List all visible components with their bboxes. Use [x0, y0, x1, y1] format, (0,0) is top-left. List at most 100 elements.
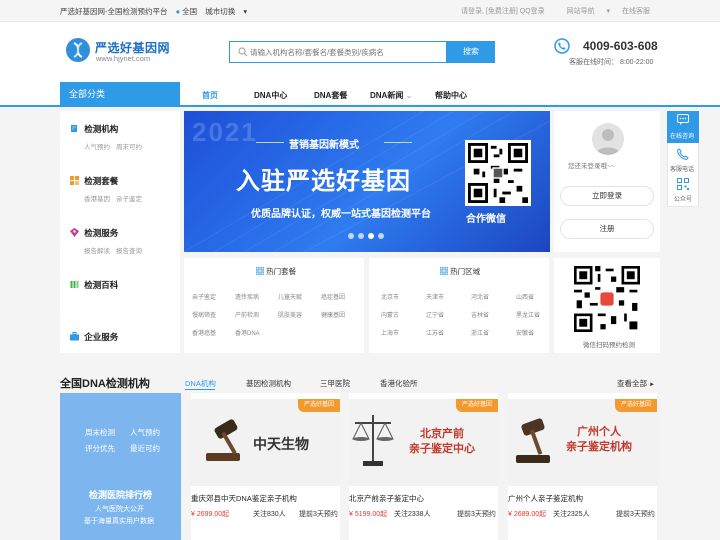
category-item-institutions[interactable]: 检测机构 — [70, 123, 118, 135]
hot-link[interactable]: 江苏省 — [426, 328, 444, 337]
online-service-link[interactable]: 在线客服 — [622, 8, 650, 15]
category-sub-link[interactable]: 报告查询 — [116, 248, 142, 255]
online-consult-button[interactable]: 在线咨询 — [667, 111, 699, 143]
nav-item-dna-center[interactable]: DNA中心 — [254, 90, 287, 101]
banner-qr-code — [465, 140, 531, 206]
hot-link[interactable]: 亲子鉴定 — [192, 292, 216, 301]
hot-link[interactable]: 肌肤美容 — [278, 310, 302, 319]
hot-link[interactable]: 北京市 — [381, 292, 399, 301]
nav-item-home[interactable]: 首页 — [202, 90, 218, 101]
tab-hk-labs[interactable]: 香港化验所 — [380, 378, 418, 389]
search-input[interactable] — [250, 45, 440, 59]
search-icon — [238, 47, 248, 57]
rank-filter-rating[interactable]: 评分优先 — [85, 443, 115, 454]
hot-link[interactable]: 浙江省 — [471, 328, 489, 337]
login-button[interactable]: 立即登录 — [560, 186, 654, 206]
all-categories-button[interactable]: 全部分类 — [60, 82, 180, 107]
location-label[interactable]: 全国 — [182, 7, 197, 16]
float-wechat-button[interactable]: 公众号 — [667, 176, 699, 206]
card-image: 中天生物 严选好基因 — [191, 399, 340, 486]
float-wechat-label: 公众号 — [674, 197, 693, 203]
search-button[interactable]: 搜索 — [447, 41, 495, 63]
building-icon — [71, 125, 77, 132]
tab-dna-institutions[interactable]: DNA机构 — [185, 378, 216, 389]
banner-tag: 营销基因新模式 — [289, 140, 359, 151]
hot-link[interactable]: 上海市 — [381, 328, 399, 337]
institution-card[interactable]: 中天生物 严选好基因 重庆郊县中天DNA鉴定亲子机构 ¥ 2699.00起 关注… — [191, 393, 340, 540]
carousel-dot[interactable] — [368, 233, 374, 239]
phone-icon — [554, 38, 570, 54]
tab-gene-institutions[interactable]: 基因检测机构 — [246, 378, 291, 389]
city-switch-link[interactable]: 城市切换 ▾ — [205, 7, 253, 16]
card-name[interactable]: 广州个人亲子鉴定机构 — [508, 493, 583, 504]
category-item-wiki[interactable]: 检测百科 — [70, 279, 118, 291]
hot-link[interactable]: 癌症基因 — [321, 292, 345, 301]
hot-link[interactable]: 慢病筛查 — [192, 310, 216, 319]
hot-link[interactable]: 内蒙古 — [381, 310, 399, 319]
category-sub-link[interactable]: 报告解读 — [84, 248, 110, 255]
hero-banner[interactable]: 2021 营销基因新模式 入驻严选好基因 优质品牌认证，权威一站式基因检测平台 … — [184, 111, 550, 252]
hot-link[interactable]: 安徽省 — [516, 328, 534, 337]
chat-icon — [677, 114, 689, 125]
top-bar-left: 严选好基因网-全国检测预约平台 ● 全国 城市切换 ▾ — [60, 6, 259, 17]
top-bar: 严选好基因网-全国检测预约平台 ● 全国 城市切换 ▾ 请登录, [免费注册] Q… — [0, 0, 720, 22]
qr-code-icon — [574, 266, 640, 332]
nav-item-help[interactable]: 帮助中心 — [435, 90, 467, 101]
hot-link[interactable]: 香港DNA — [235, 328, 260, 337]
category-sub-link[interactable]: 香港基因 — [84, 196, 110, 203]
category-sub-link[interactable]: 人气预约 — [84, 144, 110, 151]
hot-link[interactable]: 产前检测 — [235, 310, 259, 319]
active-tab-underline — [185, 389, 215, 390]
category-item-services[interactable]: 检测服务 — [70, 227, 118, 239]
carousel-dot[interactable] — [348, 233, 354, 239]
login-register-link[interactable]: 请登录, [免费注册] QQ登录 — [461, 8, 545, 15]
banner-subline: 优质品牌认证，权威一站式基因检测平台 — [251, 209, 431, 220]
site-nav-link[interactable]: 网站导航 ▾ — [557, 8, 610, 15]
qr-code-icon — [677, 178, 689, 190]
register-button[interactable]: 注册 — [560, 219, 654, 239]
card-name[interactable]: 北京产前亲子鉴定中心 — [349, 493, 424, 504]
hot-link[interactable]: 香港癌基 — [192, 328, 216, 337]
hot-link[interactable]: 健康基因 — [321, 310, 345, 319]
grid-icon — [70, 176, 79, 185]
hot-link[interactable]: 儿童天赋 — [278, 292, 302, 301]
carousel-dot[interactable] — [378, 233, 384, 239]
view-all-link[interactable]: 查看全部 ► — [617, 378, 655, 389]
category-item-enterprise[interactable]: 企业服务 — [70, 331, 118, 343]
tab-top-hospitals[interactable]: 三甲医院 — [320, 378, 350, 389]
category-item-packages[interactable]: 检测套餐 — [70, 175, 118, 187]
book-icon — [70, 281, 79, 288]
hot-link[interactable]: 天津市 — [426, 292, 444, 301]
ranking-title[interactable]: 检测医院排行榜 — [89, 488, 152, 501]
institution-card[interactable]: 广州个人 亲子鉴定机构 严选好基因 广州个人亲子鉴定机构 ¥ 2689.00起 … — [508, 393, 657, 540]
hot-link[interactable]: 遗传疾病 — [235, 292, 259, 301]
float-consult-label: 在线咨询 — [670, 134, 695, 140]
hot-link[interactable]: 山西省 — [516, 292, 534, 301]
rank-filter-soonest[interactable]: 最近可约 — [130, 443, 160, 454]
nav-item-dna-news[interactable]: DNA新闻 ⌄ — [370, 90, 412, 101]
category-subs: 香港基因 亲子鉴定 — [84, 193, 148, 203]
grid-icon — [255, 266, 265, 276]
hot-link[interactable]: 黑龙江省 — [516, 310, 540, 319]
institution-card[interactable]: 北京产前 亲子鉴定中心 严选好基因 北京产前亲子鉴定中心 ¥ 5199.00起 … — [349, 393, 498, 540]
hot-link[interactable]: 吉林省 — [471, 310, 489, 319]
carousel-dot[interactable] — [358, 233, 364, 239]
section-title: 全国DNA检测机构 — [60, 378, 150, 390]
nav-item-dna-packages[interactable]: DNA套餐 — [314, 90, 347, 101]
card-badge: 严选好基因 — [455, 399, 498, 412]
category-title: 检测套餐 — [84, 176, 119, 186]
logo-dna-icon[interactable] — [66, 38, 90, 62]
hot-packages-title: 热门套餐 — [266, 267, 297, 276]
rank-filter-popular[interactable]: 人气预约 — [130, 427, 160, 438]
site-name: 严选好基因网-全国检测预约平台 — [60, 7, 168, 16]
wechat-qr-panel: 微信扫码预约检测 — [554, 258, 660, 353]
category-sub-link[interactable]: 周末可约 — [116, 144, 142, 151]
rank-filter-weekend[interactable]: 周末检测 — [85, 427, 115, 438]
category-title: 企业服务 — [84, 332, 119, 342]
category-sub-link[interactable]: 亲子鉴定 — [116, 196, 142, 203]
hot-link[interactable]: 河北省 — [471, 292, 489, 301]
float-phone-button[interactable]: 客服电话 — [667, 145, 699, 175]
category-title: 检测机构 — [84, 124, 119, 134]
card-name[interactable]: 重庆郊县中天DNA鉴定亲子机构 — [191, 493, 297, 504]
hot-link[interactable]: 辽宁省 — [426, 310, 444, 319]
